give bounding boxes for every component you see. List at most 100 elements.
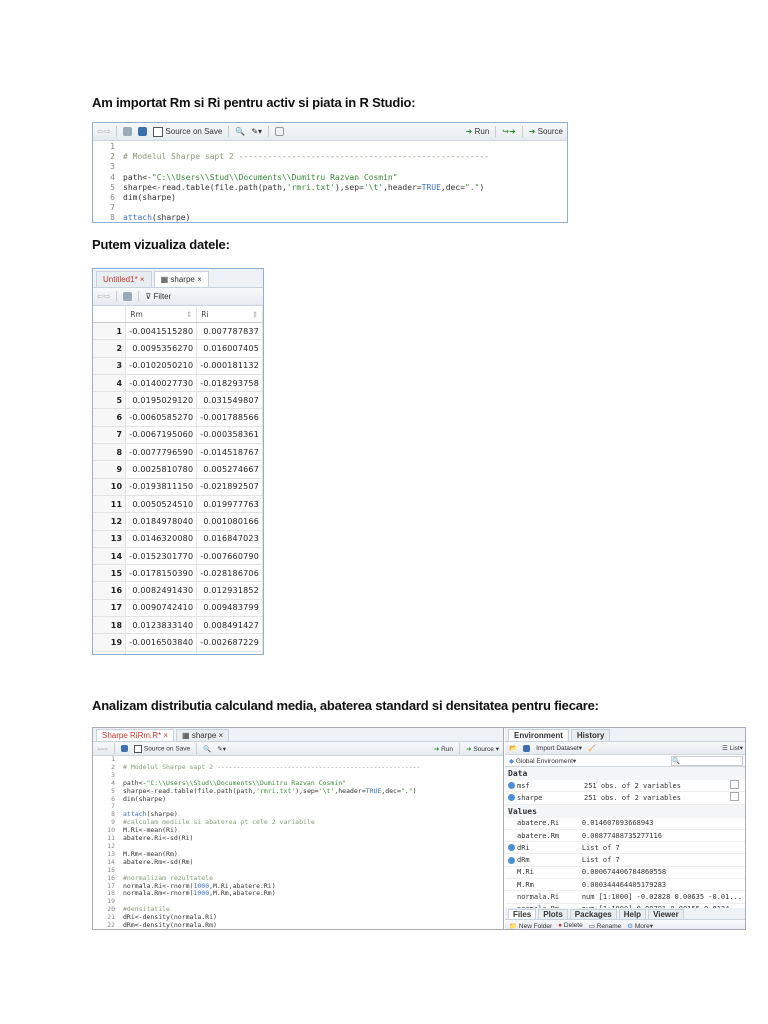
tab-sharpe-rirm[interactable]: Sharpe RiRm.R* × (96, 729, 175, 741)
import-dataset-button[interactable]: Import Dataset▾ (536, 744, 582, 752)
editor-toolbar: ⇦⇨ Source on Save 🔍 ✎▾ ➜ Run ↪➜ ➜ Source (93, 123, 567, 141)
code-line[interactable]: 1 (93, 142, 567, 152)
wand-icon[interactable]: ✎▾ (217, 745, 226, 753)
outline-icon[interactable] (275, 127, 285, 136)
code-line[interactable]: 5 sharpe<-read.table(file.path(path,'rmri… (93, 183, 567, 193)
filter-button[interactable]: ⊽ Filter (145, 292, 171, 301)
save-icon[interactable] (120, 745, 128, 752)
env-data-row[interactable]: sharpe 251 obs. of 2 variables (505, 791, 745, 805)
source-button[interactable]: ➜ Source ▾ (466, 745, 499, 753)
global-environment-dropdown[interactable]: ◆ Global Environment▾ (509, 757, 576, 765)
code-line[interactable]: 7 (93, 203, 567, 213)
code-lines[interactable]: 1 2 # Modelul Sharpe sapt 2 --------------… (93, 141, 567, 223)
env-value-row[interactable]: abatere.Ri 0.014607093668943 (505, 817, 745, 830)
wand-icon[interactable]: ✎▾ (251, 127, 262, 136)
expand-icon[interactable] (508, 856, 515, 864)
table-row: 13 0.0146320080 0.016847023 (93, 530, 263, 548)
save-icon[interactable] (523, 744, 531, 752)
table-cell: -0.0193811150 (125, 478, 198, 496)
code-line[interactable]: 22 dRm<-density(normala.Rm) (93, 921, 503, 930)
load-workspace-icon[interactable]: 📂 (509, 744, 517, 752)
back-forward-icon[interactable]: ⇦⇨ (97, 745, 108, 753)
var-name: M.Rm (517, 880, 534, 889)
source-button[interactable]: ➜ Source (529, 127, 563, 136)
tab-viewer[interactable]: Viewer (648, 909, 684, 919)
env-value-row[interactable]: M.Ri 0.000674406784860558 (505, 866, 745, 880)
more-button[interactable]: ⚙ More▾ (627, 922, 653, 930)
tab-environment[interactable]: Environment (508, 729, 569, 741)
code-line[interactable]: 6 dim(sharpe) (93, 795, 503, 804)
code-lines[interactable]: 1 2 # Modelul Sharpe sapt 2 --------------… (93, 755, 503, 930)
column-header-rm[interactable]: Rm ⇕ (125, 306, 198, 323)
env-value-row[interactable]: M.Rm 0.000344464405179283 (505, 878, 745, 892)
line-number: 22 (107, 921, 115, 930)
editor-toolbar: ⇦⇨ Source on Save 🔍 ✎▾ ➜ Run ➜ Source ▾ (93, 742, 503, 756)
code-line[interactable]: 8 attach(sharpe) (93, 213, 567, 223)
show-in-window-icon[interactable] (123, 127, 133, 136)
table-cell: -0.0016503840 (125, 633, 198, 652)
code-line[interactable]: 2 # Modelul Sharpe sapt 2 ---------------… (93, 152, 567, 162)
source-on-save-checkbox[interactable]: Source on Save (153, 126, 222, 137)
heading-view: Putem vizualiza datele: (92, 237, 230, 252)
tab-history[interactable]: History (570, 729, 611, 741)
tab-sharpe[interactable]: ▦ sharpe × (176, 729, 230, 741)
table-row: 10 -0.0193811150 -0.021892507 (93, 478, 263, 496)
env-data-table: msf 251 obs. of 2 variables sharpe 251 obs.… (505, 780, 745, 805)
tab-help[interactable]: Help (618, 909, 647, 919)
environment-pane: Environment History 📂 Import Dataset▾ 🧹 … (505, 728, 745, 930)
env-name: msf (505, 780, 581, 793)
back-forward-icon[interactable]: ⇦⇨ (97, 127, 110, 136)
tab-files[interactable]: Files (508, 909, 537, 919)
table-cell: -0.0041515280 (125, 322, 198, 341)
search-icon[interactable]: 🔍 (235, 127, 245, 136)
line-number: 7 (111, 802, 115, 811)
show-in-window-icon[interactable] (123, 292, 133, 301)
broom-icon[interactable]: 🧹 (588, 744, 596, 752)
view-table-icon[interactable] (727, 791, 745, 805)
run-icon: ➜ (465, 127, 473, 136)
env-search-input[interactable]: 🔍 (671, 755, 743, 766)
rerun-icon[interactable]: ↪➜ (502, 127, 515, 136)
environment-icon: ◆ (509, 757, 514, 765)
expand-icon[interactable] (508, 794, 515, 802)
save-icon[interactable] (138, 127, 148, 136)
global-env-label: Global Environment (515, 757, 573, 765)
table-row: 9 0.0025810780 0.005274667 (93, 460, 263, 479)
tab-plots[interactable]: Plots (538, 909, 568, 919)
search-icon[interactable]: 🔍 (203, 745, 211, 753)
code-line[interactable]: 6 dim(sharpe) (93, 193, 567, 203)
expand-icon[interactable] (508, 844, 515, 852)
run-button[interactable]: ➜ Run (466, 127, 490, 136)
run-button[interactable]: ➜ Run (434, 745, 453, 753)
view-table-icon[interactable] (727, 780, 745, 793)
delete-button[interactable]: ● Delete (558, 922, 583, 929)
tab-packages[interactable]: Packages (569, 909, 617, 919)
viewer-toolbar: ⇦⇨ ⊽ Filter (93, 288, 263, 306)
env-data-row[interactable]: msf 251 obs. of 2 variables (505, 780, 745, 793)
code-line[interactable]: 18 normala.Rm<-rnorm(1000,M.Rm,abatere.Rm… (93, 889, 503, 898)
table-cell: -0.028186706 (196, 564, 263, 583)
code-line[interactable]: 3 (93, 162, 567, 172)
back-forward-icon[interactable]: ⇦⇨ (97, 292, 110, 301)
code-line[interactable]: 2 # Modelul Sharpe sapt 2 ---------------… (93, 763, 503, 772)
expand-icon[interactable] (508, 782, 515, 790)
new-folder-button[interactable]: 📁 New Folder (509, 922, 552, 930)
tab-untitled1[interactable]: Untitled1* × (96, 271, 152, 287)
env-value-row[interactable]: dRm List of 7 (505, 853, 745, 867)
column-header-ri[interactable]: Ri ⇕ (196, 306, 263, 323)
source-on-save-checkbox[interactable]: Source on Save (133, 744, 190, 753)
env-value-row[interactable]: abatere.Rm 0.00877488735277116 (505, 829, 745, 843)
tab-label: sharpe (170, 275, 195, 284)
code-line[interactable]: 14 abatere.Rm<-sd(Rm) (93, 858, 503, 867)
line-number: 8 (110, 213, 115, 223)
list-view-button[interactable]: ☰ List▾ (722, 744, 743, 752)
env-value: List of 7 (578, 841, 745, 855)
table-row: 6 -0.0060585270 -0.001788566 (93, 408, 263, 427)
env-value-row[interactable]: dRi List of 7 (505, 841, 745, 855)
rename-button[interactable]: ▭ Rename (589, 922, 622, 930)
tab-sharpe[interactable]: ▦ sharpe × (153, 271, 209, 287)
env-value-row[interactable]: normala.Ri num [1:1000] -0.02828 0.00635 … (505, 890, 745, 904)
code-line[interactable]: 11 abatere.Ri<-sd(Ri) (93, 834, 503, 843)
files-tabs: Files Plots Packages Help Viewer (505, 908, 745, 920)
code-line[interactable]: 4 path<-"C:\\Users\\Stud\\Documents\\Dumi… (93, 173, 567, 183)
